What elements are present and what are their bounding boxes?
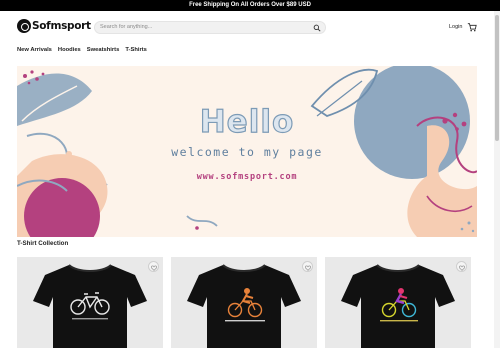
wishlist-button[interactable] (302, 261, 313, 272)
heart-icon (151, 265, 157, 271)
tshirt-image (341, 264, 455, 348)
site-header: Sofmsport Search for anything... Login (0, 11, 494, 43)
tshirt-image (33, 264, 147, 348)
login-link[interactable]: Login (449, 24, 462, 30)
nav-item-hoodies[interactable]: Hoodies (58, 47, 81, 55)
section-title: T-Shirt Collection (17, 240, 69, 247)
heart-icon (459, 265, 465, 271)
nav-item-new-arrivals[interactable]: New Arrivals (17, 47, 52, 55)
product-grid (17, 257, 477, 348)
nav-item-sweatshirts[interactable]: Sweatshirts (87, 47, 120, 55)
logo-icon (17, 19, 31, 33)
search-icon[interactable] (313, 24, 321, 32)
product-card[interactable] (17, 257, 163, 348)
brand-name: Sofmsport (32, 20, 91, 32)
page-scrollbar[interactable] (494, 11, 500, 348)
announcement-bar: Free Shipping On All Orders Over $89 USD (0, 0, 500, 11)
product-card[interactable] (325, 257, 471, 348)
banner-subtitle: welcome to my page (171, 145, 323, 159)
main-nav: New Arrivals Hoodies Sweatshirts T-Shirt… (17, 47, 147, 55)
banner-title: Hello (199, 103, 295, 140)
search-input[interactable]: Search for anything... (94, 21, 326, 34)
banner-url: www.sofmsport.com (196, 172, 298, 182)
brand-logo[interactable]: Sofmsport (17, 19, 91, 33)
cart-icon[interactable] (467, 22, 477, 32)
wishlist-button[interactable] (148, 261, 159, 272)
heart-icon (305, 265, 311, 271)
announcement-text: Free Shipping On All Orders Over $89 USD (189, 2, 311, 8)
product-card[interactable] (171, 257, 317, 348)
nav-item-t-shirts[interactable]: T-Shirts (125, 47, 147, 55)
tshirt-image (187, 264, 301, 348)
wishlist-button[interactable] (456, 261, 467, 272)
scrollbar-thumb[interactable] (495, 15, 499, 141)
search-placeholder: Search for anything... (100, 24, 153, 30)
hero-banner[interactable]: Hello welcome to my page www.sofmsport.c… (17, 66, 477, 237)
